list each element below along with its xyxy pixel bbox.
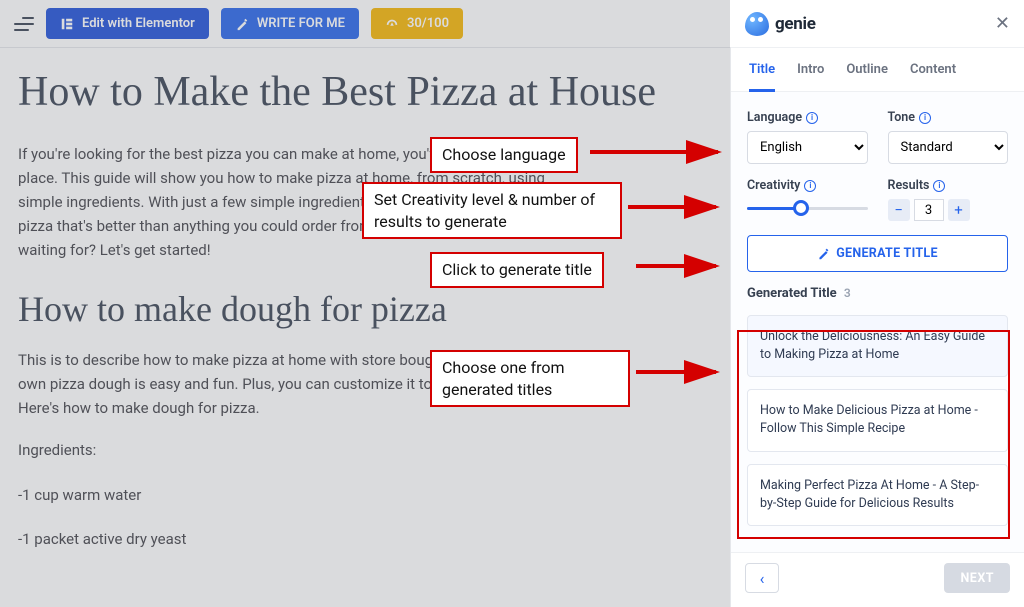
back-button[interactable]: ‹ — [745, 563, 779, 593]
creativity-label: Creativity — [747, 178, 800, 193]
info-icon[interactable]: i — [806, 112, 818, 124]
info-icon[interactable]: i — [804, 180, 816, 192]
genie-logo-icon — [745, 12, 769, 36]
menu-icon[interactable] — [14, 17, 34, 31]
results-increment-button[interactable]: + — [948, 199, 970, 221]
generated-title-item[interactable]: Making Perfect Pizza At Home - A Step-by… — [747, 464, 1008, 526]
subheading[interactable]: How to make dough for pizza — [18, 288, 710, 330]
callout-choose: Choose one from generated titles — [430, 350, 630, 407]
write-for-me-button[interactable]: WRITE FOR ME — [221, 8, 359, 39]
results-decrement-button[interactable]: − — [888, 199, 910, 221]
post-title[interactable]: How to Make the Best Pizza at House — [18, 68, 710, 116]
magic-wand-icon — [817, 247, 830, 260]
paragraph[interactable]: -1 cup warm water — [18, 481, 578, 510]
callout-generate: Click to generate title — [430, 252, 604, 288]
callout-language: Choose language — [430, 137, 578, 173]
language-select[interactable]: English — [747, 131, 868, 164]
language-label: Language — [747, 110, 802, 125]
tab-outline[interactable]: Outline — [846, 62, 888, 91]
tone-select[interactable]: Standard — [888, 131, 1009, 164]
editor-area: How to Make the Best Pizza at House If y… — [0, 48, 730, 607]
gauge-icon — [385, 17, 399, 31]
tab-title[interactable]: Title — [749, 62, 775, 92]
paragraph[interactable]: Ingredients: — [18, 436, 578, 465]
generated-title-item[interactable]: Unlock the Deliciousness: An Easy Guide … — [747, 315, 1008, 377]
edit-elementor-label: Edit with Elementor — [82, 16, 195, 31]
magic-wand-icon — [235, 17, 249, 31]
score-button[interactable]: 30/100 — [371, 8, 463, 39]
info-icon[interactable]: i — [933, 180, 945, 192]
write-for-me-label: WRITE FOR ME — [257, 16, 345, 31]
tab-intro[interactable]: Intro — [797, 62, 824, 91]
info-icon[interactable]: i — [919, 112, 931, 124]
genie-panel: genie ✕ Title Intro Outline Content Lang… — [730, 48, 1024, 607]
generated-title-heading: Generated Title — [747, 286, 837, 301]
close-icon[interactable]: ✕ — [995, 13, 1010, 34]
generate-title-button[interactable]: GENERATE TITLE — [747, 235, 1008, 272]
tab-content[interactable]: Content — [910, 62, 956, 91]
results-label: Results — [888, 178, 930, 193]
generated-title-item[interactable]: How to Make Delicious Pizza at Home - Fo… — [747, 389, 1008, 451]
results-input[interactable] — [914, 199, 944, 221]
paragraph[interactable]: -1 packet active dry yeast — [18, 525, 578, 554]
score-label: 30/100 — [407, 16, 449, 31]
callout-creativity: Set Creativity level & number of results… — [362, 182, 622, 239]
elementor-icon — [60, 17, 74, 31]
next-button[interactable]: NEXT — [944, 563, 1010, 593]
generated-title-count: 3 — [844, 286, 851, 300]
creativity-slider[interactable] — [747, 199, 868, 217]
brand-name: genie — [775, 14, 816, 34]
tone-label: Tone — [888, 110, 916, 125]
edit-elementor-button[interactable]: Edit with Elementor — [46, 8, 209, 39]
